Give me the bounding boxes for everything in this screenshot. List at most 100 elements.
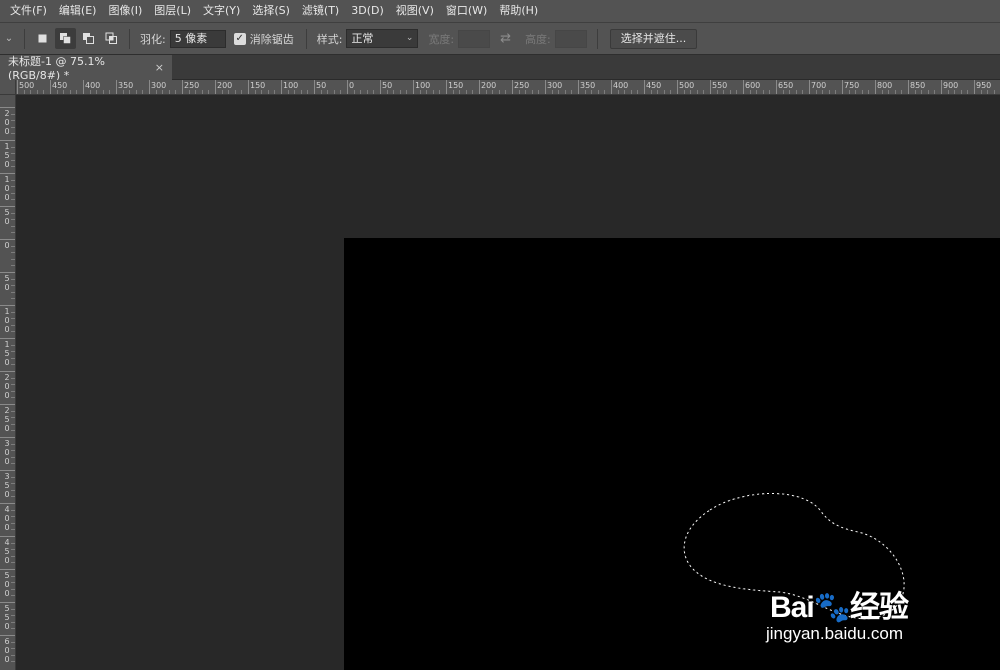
menu-item[interactable]: 帮助(H) [493, 0, 544, 22]
ruler-label: 1 5 0 [4, 340, 10, 367]
ruler-minor-tick [11, 443, 15, 445]
baidu-jingyan-watermark: Bai🐾经验 jingyan.baidu.com [764, 562, 964, 652]
ruler-label: 900 [943, 81, 959, 90]
ruler-tick [0, 239, 15, 240]
menu-item[interactable]: 编辑(E) [53, 0, 103, 22]
ruler-tick [0, 536, 15, 537]
style-label: 样式: [316, 32, 343, 46]
ruler-minor-tick [683, 90, 685, 94]
ruler-label: 300 [151, 81, 167, 90]
tool-preset-chevron-icon[interactable]: ⌄ [0, 33, 18, 44]
ruler-minor-tick [135, 90, 137, 94]
ruler-tick [0, 503, 15, 504]
menu-item[interactable]: 选择(S) [246, 0, 296, 22]
ruler-minor-tick [696, 90, 698, 94]
ruler-minor-tick [287, 90, 289, 94]
ruler-origin[interactable] [0, 80, 16, 95]
ruler-tick [0, 470, 15, 471]
ruler-minor-tick [23, 90, 25, 94]
antialias-label: 消除锯齿 [249, 32, 294, 46]
ruler-minor-tick [670, 90, 672, 94]
select-and-mask-button[interactable]: 选择并遮住... [609, 28, 698, 49]
ruler-minor-tick [63, 90, 65, 94]
ruler-label: 500 [679, 81, 695, 90]
ruler-minor-tick [749, 90, 751, 94]
antialias-checkbox[interactable]: ✓ [233, 32, 246, 45]
ruler-minor-tick [571, 90, 573, 94]
ruler-tick [0, 569, 15, 570]
new-selection-button[interactable] [32, 28, 53, 49]
ruler-minor-tick [802, 90, 804, 94]
ruler-minor-tick [142, 90, 144, 94]
ruler-minor-tick [294, 90, 296, 94]
menu-item[interactable]: 图像(I) [102, 0, 148, 22]
ruler-label: 600 [745, 81, 761, 90]
ruler-minor-tick [11, 159, 15, 161]
ruler-tick [0, 206, 15, 207]
ruler-label: 5 5 0 [4, 604, 10, 631]
ruler-tick [611, 80, 612, 94]
ruler-minor-tick [993, 90, 995, 94]
ruler-minor-tick [927, 90, 929, 94]
ruler-tick [0, 305, 15, 306]
ruler-minor-tick [11, 588, 15, 590]
ruler-minor-tick [11, 456, 15, 458]
ruler-minor-tick [122, 90, 124, 94]
menu-item[interactable]: 3D(D) [345, 0, 390, 22]
ruler-label: 100 [415, 81, 431, 90]
ruler-label: 5 0 [4, 274, 10, 292]
ruler-minor-tick [11, 615, 15, 617]
ruler-label: 3 0 0 [4, 439, 10, 466]
ruler-minor-tick [11, 450, 15, 452]
menu-item[interactable]: 视图(V) [390, 0, 440, 22]
ruler-label: 50 [382, 81, 393, 90]
add-to-selection-button[interactable] [55, 28, 76, 49]
ruler-label: 5 0 0 [4, 571, 10, 598]
intersect-selection-button[interactable] [101, 28, 122, 49]
ruler-minor-tick [129, 90, 131, 94]
ruler-minor-tick [762, 90, 764, 94]
divider [129, 28, 130, 49]
feather-input[interactable]: 5 像素 [169, 29, 226, 48]
ruler-minor-tick [723, 90, 725, 94]
style-select[interactable]: 正常 ⌄ [346, 29, 419, 48]
ruler-minor-tick [360, 90, 362, 94]
ruler-label: 3 5 0 [4, 472, 10, 499]
ruler-minor-tick [11, 120, 15, 122]
height-input[interactable] [554, 29, 587, 48]
menu-item[interactable]: 滤镜(T) [296, 0, 345, 22]
ruler-label: 750 [844, 81, 860, 90]
menu-item[interactable]: 窗口(W) [440, 0, 493, 22]
document-tab[interactable]: 未标题-1 @ 75.1%(RGB/8#) * × [0, 55, 172, 82]
menu-item[interactable]: 文字(Y) [197, 0, 246, 22]
ruler-tick [149, 80, 150, 94]
vertical-ruler[interactable]: 2 0 0 1 5 0 1 0 0 5 0 0 5 0 1 0 0 1 5 0 2 0 0 2 5… [0, 95, 16, 670]
ruler-tick [182, 80, 183, 94]
width-input[interactable] [458, 29, 491, 48]
ruler-minor-tick [102, 90, 104, 94]
horizontal-ruler[interactable]: 500 450 400 350 300 250 200 150 100 50 0 50 100 150 20… [16, 80, 1000, 95]
ruler-minor-tick [11, 199, 15, 201]
ruler-minor-tick [861, 90, 863, 94]
subtract-from-selection-button[interactable] [78, 28, 99, 49]
ruler-tick [0, 437, 15, 438]
menu-item[interactable]: 图层(L) [148, 0, 197, 22]
ruler-minor-tick [584, 90, 586, 94]
ruler-tick [578, 80, 579, 94]
ruler-minor-tick [327, 90, 329, 94]
ruler-minor-tick [254, 90, 256, 94]
ruler-minor-tick [234, 90, 236, 94]
ruler-minor-tick [663, 90, 665, 94]
ruler-label: 500 [19, 81, 35, 90]
ruler-minor-tick [947, 90, 949, 94]
options-bar: ⌄ 羽化: 5 像素 ✓ 消除锯齿 样式: 正常 ⌄ 宽度: ⇄ 高度: 选择并… [0, 22, 1000, 55]
ruler-minor-tick [617, 90, 619, 94]
ruler-label: 700 [811, 81, 827, 90]
menu-item[interactable]: 文件(F) [4, 0, 53, 22]
swap-width-height-icon[interactable]: ⇄ [500, 31, 511, 46]
ruler-minor-tick [729, 90, 731, 94]
close-icon[interactable]: × [155, 61, 164, 74]
ruler-label: 6 0 0 [4, 637, 10, 664]
ruler-minor-tick [769, 90, 771, 94]
ruler-minor-tick [960, 90, 962, 94]
